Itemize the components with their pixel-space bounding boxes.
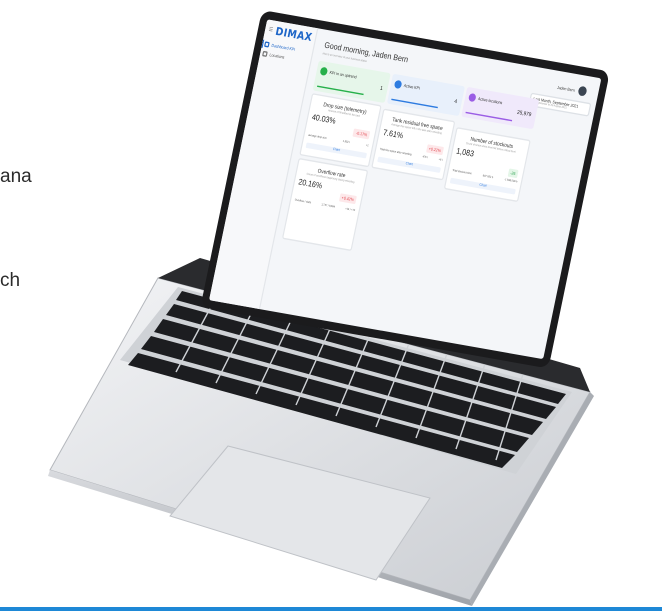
sidebar-item-label: Dashboard KPI: [270, 42, 296, 53]
kpi-value: 4: [453, 97, 458, 105]
user-menu[interactable]: Jaden Bern: [556, 82, 588, 97]
detail-label: Total stockout time: [452, 169, 472, 176]
dashboard-display: ☰ DIMAX Dashboard KPI Locations Good mor…: [209, 19, 602, 360]
dashboard-icon: [264, 41, 270, 48]
sidebar-item-label: Locations: [269, 52, 286, 61]
detail-value: 476 l: [422, 155, 428, 160]
detail-label: Overflow / visits: [294, 199, 312, 205]
detail-change: +6 l: [438, 158, 443, 163]
kpi-value: 1: [379, 84, 384, 92]
locations-icon: [262, 50, 268, 58]
kpi-value: 25,979: [516, 108, 533, 118]
kpi-label: KPI in an uptrend: [329, 69, 358, 80]
main-content: Good morning, Jaden Bern Here's an overv…: [262, 29, 601, 359]
menu-icon[interactable]: ☰: [268, 25, 274, 32]
sidebar-item-dashboard[interactable]: Dashboard KPI: [264, 41, 296, 52]
bottom-accent-rule: [0, 607, 662, 611]
kpi-label: Active locations: [477, 95, 503, 106]
brand-logo[interactable]: DIMAX: [274, 25, 313, 44]
detail-value: 1,552 l: [342, 140, 350, 145]
kpi-card-drop-size: Drop size (telemetry) Amount of fill add…: [299, 93, 382, 168]
kpi-label: Active KPI: [403, 82, 421, 91]
kpi-card-stockouts: Number of stockouts Count of times when …: [443, 126, 531, 203]
user-name: Jaden Bern: [556, 83, 576, 93]
card-delta-badge: -0.17%: [352, 128, 371, 140]
kpi-progress-bar: [317, 86, 365, 96]
card-delta-badge: +0.42%: [338, 193, 357, 205]
detail-change: +14 / +70: [344, 208, 356, 213]
laptop-screen: ☰ DIMAX Dashboard KPI Locations Good mor…: [200, 10, 610, 369]
trend-icon: [319, 66, 329, 76]
card-delta-badge: +0.22%: [425, 144, 444, 156]
detail-value: 697 652 h: [482, 175, 494, 180]
detail-label: average drop size: [307, 134, 327, 141]
detail-label: Total free space after refuelling: [379, 148, 412, 157]
card-delta-badge: -26: [507, 168, 519, 179]
check-icon: [393, 79, 403, 90]
avatar[interactable]: [577, 85, 588, 97]
kpi-progress-bar: [391, 99, 439, 109]
kpi-progress-bar: [465, 112, 513, 122]
sidebar-item-locations[interactable]: Locations: [262, 50, 286, 61]
kpi-card-overflow-rate: Overflow rate Count of overflows happeni…: [281, 157, 369, 252]
detail-change: -1 588 509 h: [503, 178, 518, 184]
detail-change: +1: [365, 144, 369, 148]
location-icon: [468, 92, 477, 103]
detail-value: 1,747 / 8,664: [320, 203, 336, 209]
kpi-cards-grid: Drop size (telemetry) Amount of fill add…: [267, 93, 584, 358]
kpi-card-tank-free-space: Tank residual free space Average free sp…: [371, 108, 456, 181]
